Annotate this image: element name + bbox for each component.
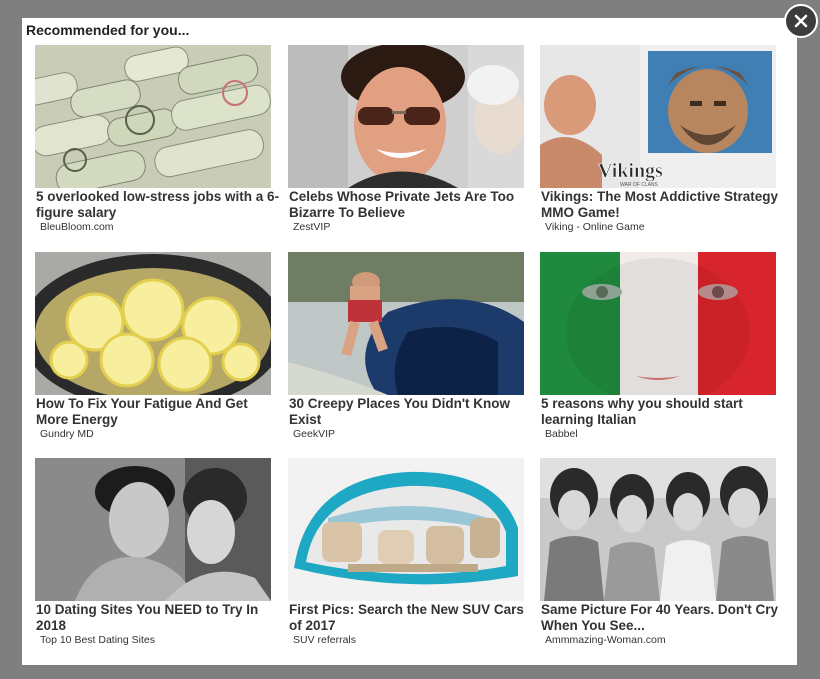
ad-thumbnail-suv-interior[interactable] [288,458,524,601]
ad-source[interactable]: Top 10 Best Dating Sites [40,634,155,646]
ad-headline[interactable]: 5 reasons why you should start learning … [541,396,786,427]
ad-headline[interactable]: Vikings: The Most Addictive Strategy MMO… [541,189,786,220]
ad-headline[interactable]: Same Picture For 40 Years. Don't Cry Whe… [541,602,786,633]
ad-headline[interactable]: 5 overlooked low-stress jobs with a 6-fi… [36,189,281,220]
ad-card-money-jobs[interactable]: 5 overlooked low-stress jobs with a 6-fi… [35,45,279,241]
ad-thumbnail-vikings[interactable]: Vikings WAR OF CLANS [540,45,776,188]
ad-card-celebs-jets[interactable]: Celebs Whose Private Jets Are Too Bizarr… [288,45,524,241]
ad-source[interactable]: Ammmazing-Woman.com [545,634,666,646]
ad-card-vikings-game[interactable]: Vikings WAR OF CLANS Vikings: The Most A… [540,45,778,241]
ad-card-fatigue[interactable]: How To Fix Your Fatigue And Get More Ene… [35,252,271,448]
ad-source[interactable]: Babbel [545,428,578,440]
ad-thumbnail-italian-face[interactable] [540,252,776,395]
ad-thumbnail-celebrity[interactable] [288,45,524,188]
ad-headline[interactable]: 10 Dating Sites You NEED to Try In 2018 [36,602,281,633]
close-icon [794,14,808,28]
ad-card-creepy-places[interactable]: 30 Creepy Places You Didn't Know Exist G… [288,252,524,448]
ad-source[interactable]: BleuBloom.com [40,221,114,233]
ad-headline[interactable]: First Pics: Search the New SUV Cars of 2… [289,602,534,633]
ad-thumbnail-money[interactable] [35,45,271,188]
ad-headline[interactable]: 30 Creepy Places You Didn't Know Exist [289,396,534,427]
vikings-logo-subtext: WAR OF CLANS [620,182,659,188]
ad-thumbnail-four-women[interactable] [540,458,776,601]
close-button[interactable] [784,4,818,38]
ad-card-same-picture[interactable]: Same Picture For 40 Years. Don't Cry Whe… [540,458,778,654]
ad-source[interactable]: Gundry MD [40,428,94,440]
ad-headline[interactable]: How To Fix Your Fatigue And Get More Ene… [36,396,281,427]
ad-source[interactable]: ZestVIP [293,221,330,233]
ad-headline[interactable]: Celebs Whose Private Jets Are Too Bizarr… [289,189,534,220]
ad-card-suv-cars[interactable]: First Pics: Search the New SUV Cars of 2… [288,458,524,654]
widget-title: Recommended for you... [26,22,190,38]
ad-thumbnail-lemons[interactable] [35,252,271,395]
vikings-logo-text: Vikings [598,160,663,182]
ad-thumbnail-blue-hole[interactable] [288,252,524,395]
ad-thumbnail-couple[interactable] [35,458,271,601]
recommendation-modal: Recommended for you... 5 overlooked low-… [22,18,797,665]
ad-source[interactable]: SUV referrals [293,634,356,646]
ad-card-dating-sites[interactable]: 10 Dating Sites You NEED to Try In 2018 … [35,458,271,654]
ad-source[interactable]: GeekVIP [293,428,335,440]
ad-source[interactable]: Viking - Online Game [545,221,645,233]
ad-card-italian[interactable]: 5 reasons why you should start learning … [540,252,776,448]
